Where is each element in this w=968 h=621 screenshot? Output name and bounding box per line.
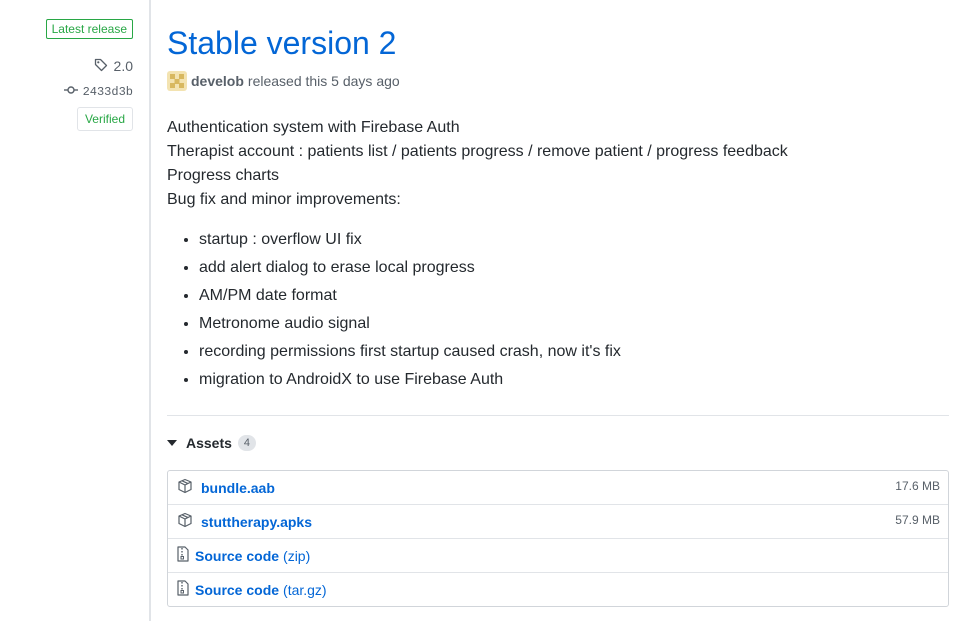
list-item: recording permissions first startup caus… <box>199 340 621 368</box>
asset-size: 17.6 MB <box>895 479 940 493</box>
asset-row: Source code (tar.gz) <box>168 572 948 606</box>
asset-link[interactable]: bundle.aab <box>201 480 275 496</box>
description-line: Progress charts <box>167 167 280 184</box>
asset-row: bundle.aab 17.6 MB <box>168 471 948 504</box>
list-item: migration to AndroidX to use Firebase Au… <box>199 368 621 396</box>
commit-link[interactable]: 2433d3b <box>63 83 133 101</box>
release-bullet-list: startup : overflow UI fix add alert dial… <box>167 228 621 396</box>
asset-ext[interactable]: (tar.gz) <box>283 582 327 598</box>
asset-row: Source code (zip) <box>168 538 948 572</box>
asset-ext[interactable]: (zip) <box>283 548 310 564</box>
assets-count-badge: 4 <box>237 435 256 451</box>
tag-name: 2.0 <box>113 58 133 74</box>
timeline-divider <box>149 0 151 621</box>
list-item: startup : overflow UI fix <box>199 228 621 256</box>
caret-down-icon <box>167 440 177 446</box>
release-title[interactable]: Stable version 2 <box>167 24 396 62</box>
verified-badge[interactable]: Verified <box>76 107 133 131</box>
author-link[interactable]: develob <box>191 73 244 89</box>
avatar[interactable] <box>167 71 187 91</box>
list-item: add alert dialog to erase local progress <box>199 256 621 284</box>
list-item: AM/PM date format <box>199 284 621 312</box>
source-code-link[interactable]: Source code <box>195 582 279 598</box>
released-text: released this 5 days ago <box>247 73 400 89</box>
asset-row: stuttherapy.apks 57.9 MB <box>168 504 948 538</box>
assets-toggle[interactable]: Assets 4 <box>167 432 256 454</box>
list-item: Metronome audio signal <box>199 312 621 340</box>
description-line: Therapist account : patients list / pati… <box>167 143 788 160</box>
git-commit-icon <box>63 85 78 99</box>
release-meta: develob released this 5 days ago <box>167 71 400 91</box>
section-divider <box>167 415 949 416</box>
package-icon <box>177 512 193 531</box>
tag-link[interactable]: 2.0 <box>94 56 133 76</box>
commit-sha: 2433d3b <box>82 85 133 99</box>
description-line: Authentication system with Firebase Auth <box>167 119 460 136</box>
assets-list: bundle.aab 17.6 MB stuttherapy.apks 57.9… <box>167 470 949 607</box>
release-sidebar: Latest release 2.0 2433d3b Verified <box>0 0 150 621</box>
file-zip-icon <box>177 546 189 565</box>
release-description: Authentication system with Firebase Auth… <box>167 116 788 212</box>
asset-link[interactable]: stuttherapy.apks <box>201 514 312 530</box>
file-zip-icon <box>177 580 189 599</box>
assets-label: Assets <box>186 435 232 451</box>
asset-size: 57.9 MB <box>895 513 940 527</box>
latest-release-badge: Latest release <box>45 19 133 39</box>
description-line: Bug fix and minor improvements: <box>167 191 401 208</box>
package-icon <box>177 478 193 497</box>
tag-icon <box>94 58 108 75</box>
source-code-link[interactable]: Source code <box>195 548 279 564</box>
